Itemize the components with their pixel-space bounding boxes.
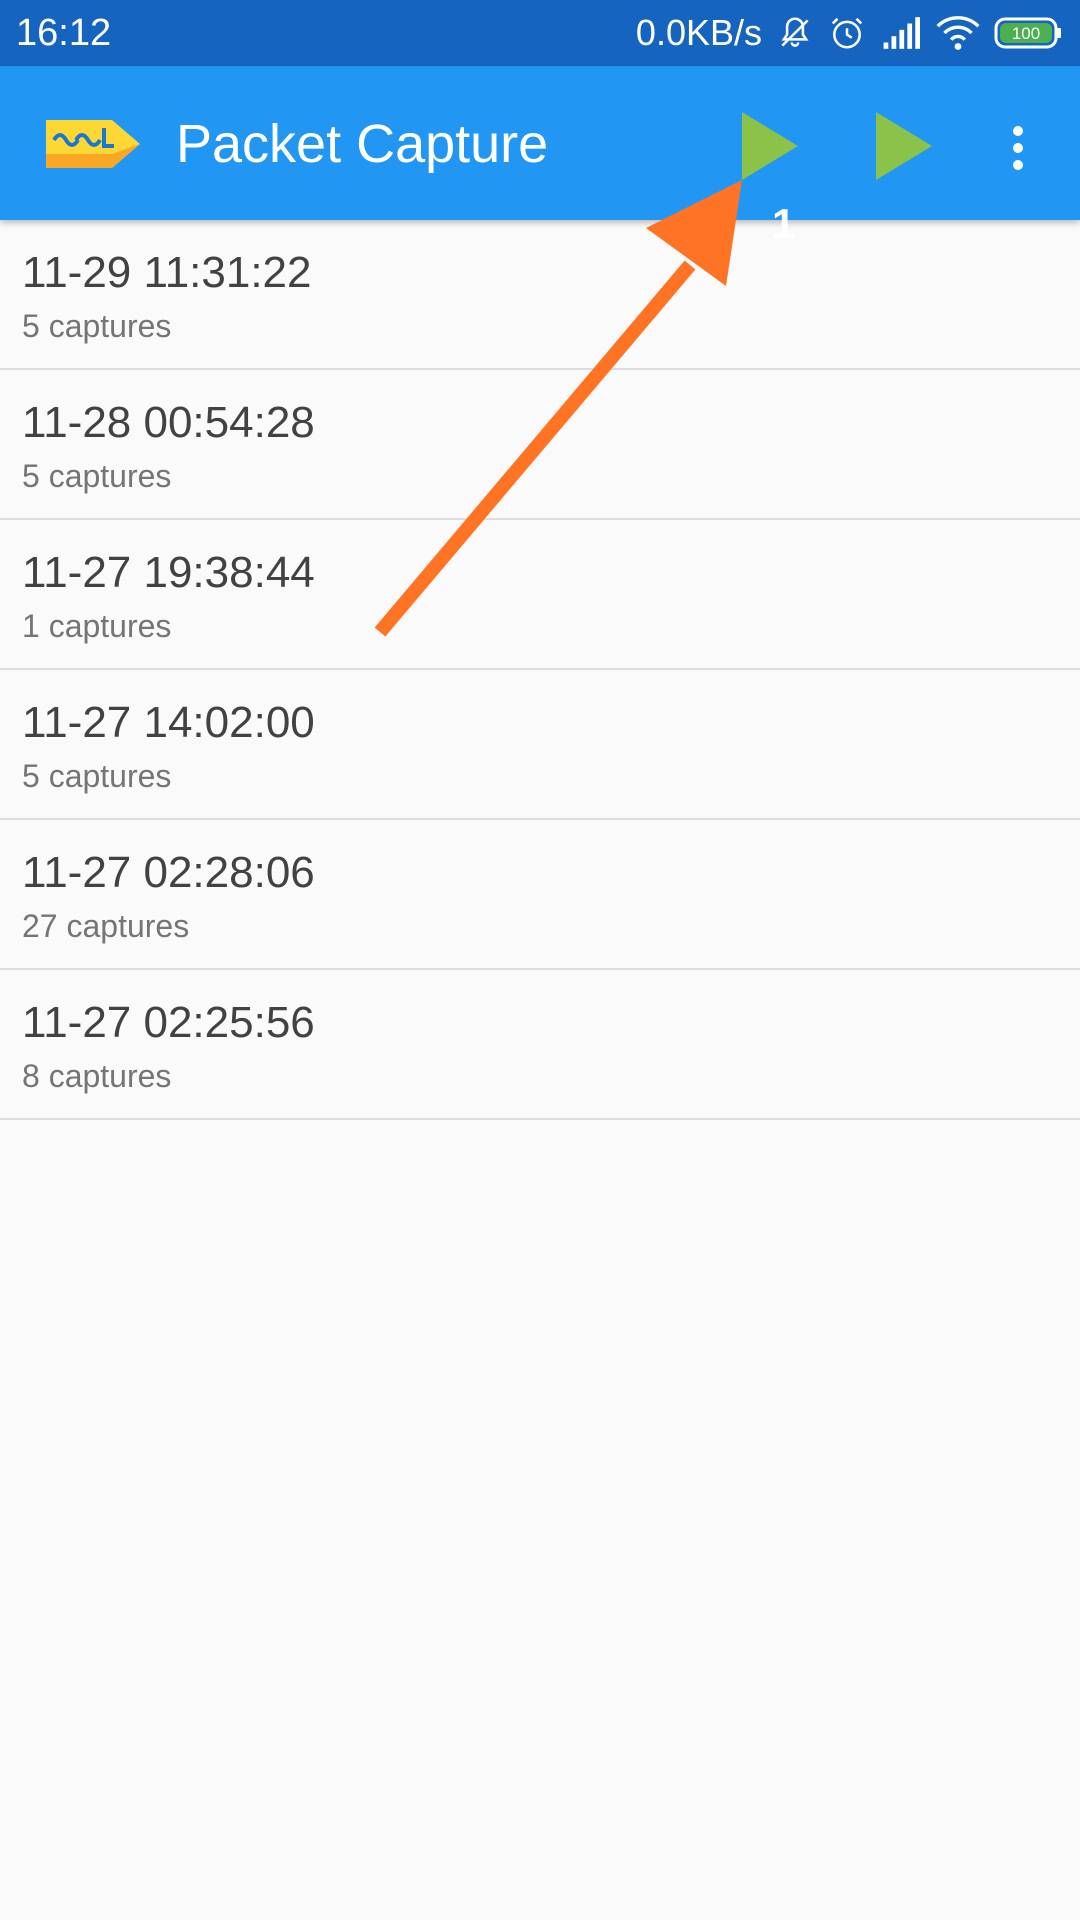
capture-session-list: 11-29 11:31:22 5 captures 11-28 00:54:28…	[0, 220, 1080, 1120]
session-capture-count: 1 captures	[22, 608, 172, 644]
session-time: 11-27 02:25:56	[22, 998, 315, 1047]
mute-notifications-icon	[776, 14, 814, 52]
status-bar: 16:12 0.0KB/s 100	[0, 0, 1080, 66]
play-icon	[876, 112, 932, 180]
battery-level: 100	[1012, 24, 1040, 43]
list-item[interactable]: 11-27 02:28:06 27 captures	[0, 820, 1080, 970]
session-time: 11-28 00:54:28	[22, 398, 315, 447]
list-item[interactable]: 11-27 19:38:44 1 captures	[0, 520, 1080, 670]
status-time: 16:12	[16, 11, 112, 54]
play-button-badge: 1	[772, 200, 796, 247]
list-item[interactable]: 11-27 02:25:56 8 captures	[0, 970, 1080, 1120]
session-time: 11-29 11:31:22	[22, 248, 312, 297]
session-capture-count: 5 captures	[22, 458, 172, 494]
wifi-icon	[936, 14, 980, 52]
list-item[interactable]: 11-29 11:31:22 5 captures	[0, 220, 1080, 370]
list-item[interactable]: 11-28 00:54:28 5 captures	[0, 370, 1080, 520]
battery-icon: 100	[994, 16, 1064, 50]
more-vert-dot	[1013, 160, 1023, 170]
play-button-2[interactable]	[870, 106, 950, 186]
status-icons: 0.0KB/s 100	[636, 12, 1064, 54]
session-capture-count: 27 captures	[22, 908, 190, 944]
app-toolbar: Packet Capture 1	[0, 66, 1080, 247]
network-speed: 0.0KB/s	[635, 12, 762, 53]
play-button-1[interactable]	[736, 106, 816, 186]
session-time: 11-27 14:02:00	[22, 698, 315, 747]
overflow-menu-button[interactable]	[998, 118, 1038, 178]
session-capture-count: 8 captures	[22, 1058, 172, 1094]
list-item[interactable]: 11-27 14:02:00 5 captures	[0, 670, 1080, 820]
ssl-logo-icon	[42, 110, 144, 181]
more-vert-dot	[1013, 143, 1023, 153]
session-capture-count: 5 captures	[22, 758, 172, 794]
app-title: Packet Capture	[176, 114, 549, 174]
play-icon	[742, 112, 798, 180]
more-vert-icon	[1013, 126, 1023, 136]
session-time: 11-27 19:38:44	[22, 548, 315, 597]
alarm-icon	[828, 14, 866, 52]
session-capture-count: 5 captures	[22, 308, 172, 344]
signal-icon	[880, 14, 922, 52]
session-time: 11-27 02:28:06	[22, 848, 315, 897]
